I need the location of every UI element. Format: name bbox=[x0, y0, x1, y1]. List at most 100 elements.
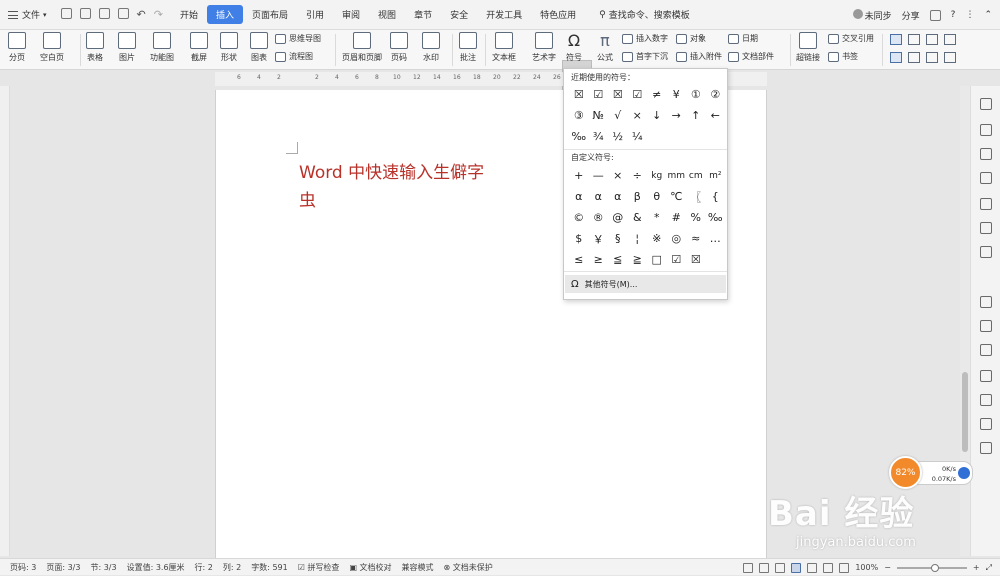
side-chart-icon[interactable] bbox=[980, 222, 992, 234]
status-page-count[interactable]: 页面: 3/3 bbox=[46, 562, 80, 573]
side-share-icon[interactable] bbox=[980, 320, 992, 332]
symbol-cell[interactable]: @ bbox=[608, 207, 628, 228]
command-search[interactable]: ⚲ 查找命令、搜索模板 bbox=[599, 8, 690, 22]
symbol-cell[interactable]: ≈ bbox=[686, 228, 706, 249]
tab-page-layout[interactable]: 页面布局 bbox=[243, 5, 297, 24]
tab-security[interactable]: 安全 bbox=[441, 5, 477, 24]
undo-icon[interactable]: ↶ bbox=[137, 8, 146, 21]
symbol-cell[interactable]: ← bbox=[706, 105, 726, 126]
export-pdf-icon[interactable] bbox=[117, 8, 129, 19]
symbol-cell[interactable]: $ bbox=[569, 228, 589, 249]
header-footer-button[interactable]: 页眉和页脚 bbox=[342, 32, 382, 63]
tab-insert[interactable]: 插入 bbox=[206, 5, 243, 24]
side-select-icon[interactable] bbox=[980, 124, 992, 136]
symbol-cell[interactable]: mm bbox=[667, 165, 687, 186]
layout-icon-4[interactable] bbox=[944, 34, 956, 45]
formula-button[interactable]: π 公式 bbox=[597, 32, 613, 63]
word-art-button[interactable]: 艺术字 bbox=[532, 32, 556, 63]
outline-view-icon[interactable] bbox=[807, 562, 818, 573]
help-button[interactable]: ? bbox=[951, 10, 956, 20]
symbol-cell[interactable]: ☑ bbox=[628, 84, 648, 105]
screenshot-button[interactable]: 截屏 bbox=[190, 32, 208, 63]
zoom-level[interactable]: 100% bbox=[855, 563, 878, 572]
status-word-count[interactable]: 字数: 591 bbox=[251, 562, 288, 573]
redo-icon[interactable]: ↷ bbox=[154, 8, 163, 21]
write-mode-icon[interactable] bbox=[775, 562, 786, 573]
symbol-cell[interactable]: ① bbox=[686, 84, 706, 105]
zoom-slider-knob[interactable] bbox=[930, 563, 939, 572]
symbol-cell[interactable]: … bbox=[706, 228, 726, 249]
web-view-icon[interactable] bbox=[823, 562, 834, 573]
side-template-icon[interactable] bbox=[980, 394, 992, 406]
function-chart-button[interactable]: 功能图 bbox=[150, 32, 174, 63]
chart-button[interactable]: 图表 bbox=[250, 32, 268, 63]
side-image-icon[interactable] bbox=[980, 370, 992, 382]
tab-home[interactable]: 开始 bbox=[171, 5, 207, 24]
symbol-cell[interactable]: kg bbox=[647, 165, 667, 186]
print-icon[interactable] bbox=[98, 8, 110, 19]
symbol-cell[interactable]: ≥ bbox=[589, 249, 609, 270]
symbol-cell[interactable]: + bbox=[569, 165, 589, 186]
layout-icon-1[interactable] bbox=[890, 34, 902, 45]
insert-attachment-button[interactable]: 插入附件 bbox=[676, 51, 722, 62]
document-text-line-2[interactable]: 虫 bbox=[299, 186, 316, 211]
scrollbar-thumb[interactable] bbox=[962, 372, 968, 452]
layout-icon-8[interactable] bbox=[944, 52, 956, 63]
mind-map-button[interactable]: 思维导图 bbox=[275, 33, 321, 44]
symbol-cell[interactable]: ↓ bbox=[647, 105, 667, 126]
symbol-cell[interactable]: ¾ bbox=[589, 126, 609, 147]
symbol-cell[interactable]: ☒ bbox=[686, 249, 706, 270]
symbol-cell[interactable]: √ bbox=[608, 105, 628, 126]
symbol-cell[interactable]: — bbox=[589, 165, 609, 186]
symbol-cell[interactable]: → bbox=[667, 105, 687, 126]
symbol-cell[interactable]: ≧ bbox=[628, 249, 648, 270]
layout-icon-3[interactable] bbox=[926, 34, 938, 45]
status-page-number[interactable]: 页码: 3 bbox=[10, 562, 36, 573]
layout-icon-6[interactable] bbox=[908, 52, 920, 63]
symbol-cell[interactable]: ☑ bbox=[667, 249, 687, 270]
protect-status-button[interactable]: ⊗ 文档未保护 bbox=[444, 562, 493, 573]
symbol-cell[interactable]: ¦ bbox=[628, 228, 648, 249]
layout-icon-2[interactable] bbox=[908, 34, 920, 45]
side-copy-icon[interactable] bbox=[980, 296, 992, 308]
document-parts-button[interactable]: 文档部件 bbox=[728, 51, 774, 62]
vertical-ruler[interactable] bbox=[0, 86, 10, 556]
side-table-icon[interactable] bbox=[980, 198, 992, 210]
page-number-button[interactable]: 页码 bbox=[390, 32, 408, 63]
symbol-cell[interactable]: × bbox=[628, 105, 648, 126]
save-icon[interactable] bbox=[60, 8, 72, 19]
side-network-icon[interactable] bbox=[980, 344, 992, 356]
drop-cap-button[interactable]: 首字下沉 bbox=[622, 51, 668, 62]
object-button[interactable]: 对象 bbox=[676, 33, 706, 44]
sync-status[interactable]: 未同步 bbox=[852, 8, 892, 22]
symbol-cell[interactable]: © bbox=[569, 207, 589, 228]
insert-number-button[interactable]: 插入数字 bbox=[622, 33, 668, 44]
symbol-cell[interactable]: ↑ bbox=[686, 105, 706, 126]
layout-icon-5[interactable] bbox=[890, 52, 902, 63]
picture-button[interactable]: 图片 bbox=[118, 32, 136, 63]
symbol-cell[interactable]: ※ bbox=[647, 228, 667, 249]
table-button[interactable]: 表格 bbox=[86, 32, 104, 63]
status-column[interactable]: 列: 2 bbox=[223, 562, 241, 573]
read-mode-icon[interactable] bbox=[759, 562, 770, 573]
symbol-cell[interactable]: ≤ bbox=[569, 249, 589, 270]
symbol-cell[interactable]: ③ bbox=[569, 105, 589, 126]
symbol-cell[interactable]: ≠ bbox=[647, 84, 667, 105]
side-shapes-icon[interactable] bbox=[980, 148, 992, 160]
layout-icon-7[interactable] bbox=[926, 52, 938, 63]
symbol-cell[interactable]: ÷ bbox=[628, 165, 648, 186]
symbol-cell[interactable]: № bbox=[589, 105, 609, 126]
symbol-cell[interactable]: ½ bbox=[608, 126, 628, 147]
cross-reference-button[interactable]: 交叉引用 bbox=[828, 33, 874, 44]
edit-icon[interactable] bbox=[929, 9, 941, 21]
symbol-cell[interactable]: ② bbox=[706, 84, 726, 105]
file-menu-button[interactable]: 文件 ▾ bbox=[8, 8, 47, 21]
zoom-slider[interactable] bbox=[896, 563, 967, 572]
tab-view[interactable]: 视图 bbox=[369, 5, 405, 24]
date-button[interactable]: 日期 bbox=[728, 33, 758, 44]
symbol-cell[interactable]: ‰ bbox=[569, 126, 589, 147]
symbol-cell[interactable]: ® bbox=[589, 207, 609, 228]
proofread-button[interactable]: ▣ 文档校对 bbox=[349, 562, 391, 573]
watermark-button[interactable]: 水印 bbox=[422, 32, 440, 63]
zoom-in-button[interactable]: + bbox=[973, 563, 980, 572]
